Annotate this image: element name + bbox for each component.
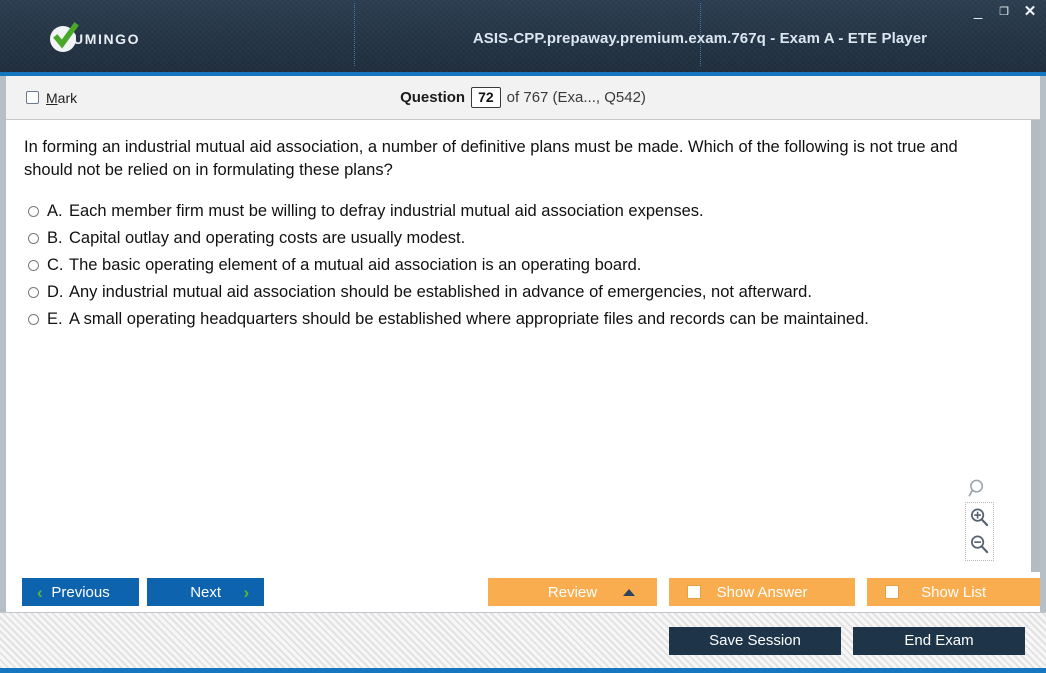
answer-options: A. Each member firm must be willing to d… xyxy=(6,198,1031,333)
save-session-button[interactable]: Save Session xyxy=(669,626,841,655)
option-b[interactable]: B. Capital outlay and operating costs ar… xyxy=(6,225,1031,252)
chevron-up-icon xyxy=(622,588,635,596)
option-radio[interactable] xyxy=(28,233,39,244)
review-button-label: Review xyxy=(547,583,598,601)
show-answer-button[interactable]: Show Answer xyxy=(668,578,856,606)
magnifier-icon xyxy=(968,479,984,497)
mark-label: Mark xyxy=(46,89,78,106)
check-circle-icon xyxy=(50,22,79,52)
question-number-field[interactable]: 72 xyxy=(471,87,501,108)
review-button[interactable]: Review xyxy=(488,578,657,606)
option-c[interactable]: C. The basic operating element of a mutu… xyxy=(6,252,1031,279)
vumingo-logo: UMINGO xyxy=(50,22,141,52)
option-text: Each member firm must be willing to defr… xyxy=(69,202,704,220)
next-button-label: Next xyxy=(190,583,222,601)
show-answer-checkbox[interactable] xyxy=(686,585,701,599)
show-list-checkbox[interactable] xyxy=(885,585,900,599)
option-letter: E. xyxy=(47,310,63,328)
window-controls: _ ❐ ✕ xyxy=(970,4,1038,20)
end-exam-button[interactable]: End Exam xyxy=(853,626,1025,655)
question-text: In forming an industrial mutual aid asso… xyxy=(24,138,958,179)
logo-text: UMINGO xyxy=(73,31,141,47)
option-a[interactable]: A. Each member firm must be willing to d… xyxy=(6,198,1031,225)
option-text: Capital outlay and operating costs are u… xyxy=(69,229,466,247)
magnifier-plus-icon[interactable] xyxy=(969,507,990,528)
question-content: In forming an industrial mutual aid asso… xyxy=(6,120,1040,572)
app-window: UMINGO ASIS-CPP.prepaway.premium.exam.76… xyxy=(0,0,1046,673)
title-bar: UMINGO ASIS-CPP.prepaway.premium.exam.76… xyxy=(0,0,1046,76)
option-letter: C. xyxy=(47,256,64,274)
option-text: A small operating headquarters should be… xyxy=(69,310,869,328)
close-icon[interactable]: ✕ xyxy=(1022,4,1038,20)
option-d[interactable]: D. Any industrial mutual aid association… xyxy=(6,279,1031,306)
magnifier-minus-icon[interactable] xyxy=(969,534,990,555)
chevron-left-icon: ‹ xyxy=(37,582,43,602)
question-counter-label: Question xyxy=(400,89,466,106)
chevron-right-icon: › xyxy=(243,582,250,602)
option-text: Any industrial mutual aid association sh… xyxy=(69,283,812,301)
option-radio[interactable] xyxy=(28,314,39,325)
mark-checkbox[interactable]: Mark xyxy=(26,90,77,106)
question-counter-rest: of 767 (Exa..., Q542) xyxy=(506,89,646,106)
option-letter: D. xyxy=(47,283,64,301)
option-radio[interactable] xyxy=(28,260,39,271)
window-title: ASIS-CPP.prepaway.premium.exam.767q - Ex… xyxy=(472,30,928,47)
show-list-button[interactable]: Show List xyxy=(867,578,1040,606)
option-e[interactable]: E. A small operating headquarters should… xyxy=(6,306,1031,333)
next-button[interactable]: Next › xyxy=(147,578,265,606)
zoom-controls-panel xyxy=(965,502,994,561)
option-text: The basic operating element of a mutual … xyxy=(69,256,642,274)
question-header: Mark Question 72 of 767 (Exa..., Q542) xyxy=(6,76,1040,120)
action-bar: ‹ Previous Next › Review Show Answer Sho… xyxy=(6,572,1040,612)
mark-checkbox-box[interactable] xyxy=(26,91,39,104)
previous-button-label: Previous xyxy=(51,583,110,601)
option-radio[interactable] xyxy=(28,287,39,298)
option-letter: A. xyxy=(47,202,63,220)
show-answer-label: Show Answer xyxy=(716,583,808,601)
minimize-icon[interactable]: _ xyxy=(970,4,986,20)
option-radio[interactable] xyxy=(28,206,39,217)
status-bar: Save Session End Exam xyxy=(0,612,1046,673)
show-list-label: Show List xyxy=(921,583,987,601)
option-letter: B. xyxy=(47,229,63,247)
question-counter: Question 72 of 767 (Exa..., Q542) xyxy=(6,76,1040,119)
maximize-icon[interactable]: ❐ xyxy=(996,4,1012,20)
previous-button[interactable]: ‹ Previous xyxy=(22,578,140,606)
